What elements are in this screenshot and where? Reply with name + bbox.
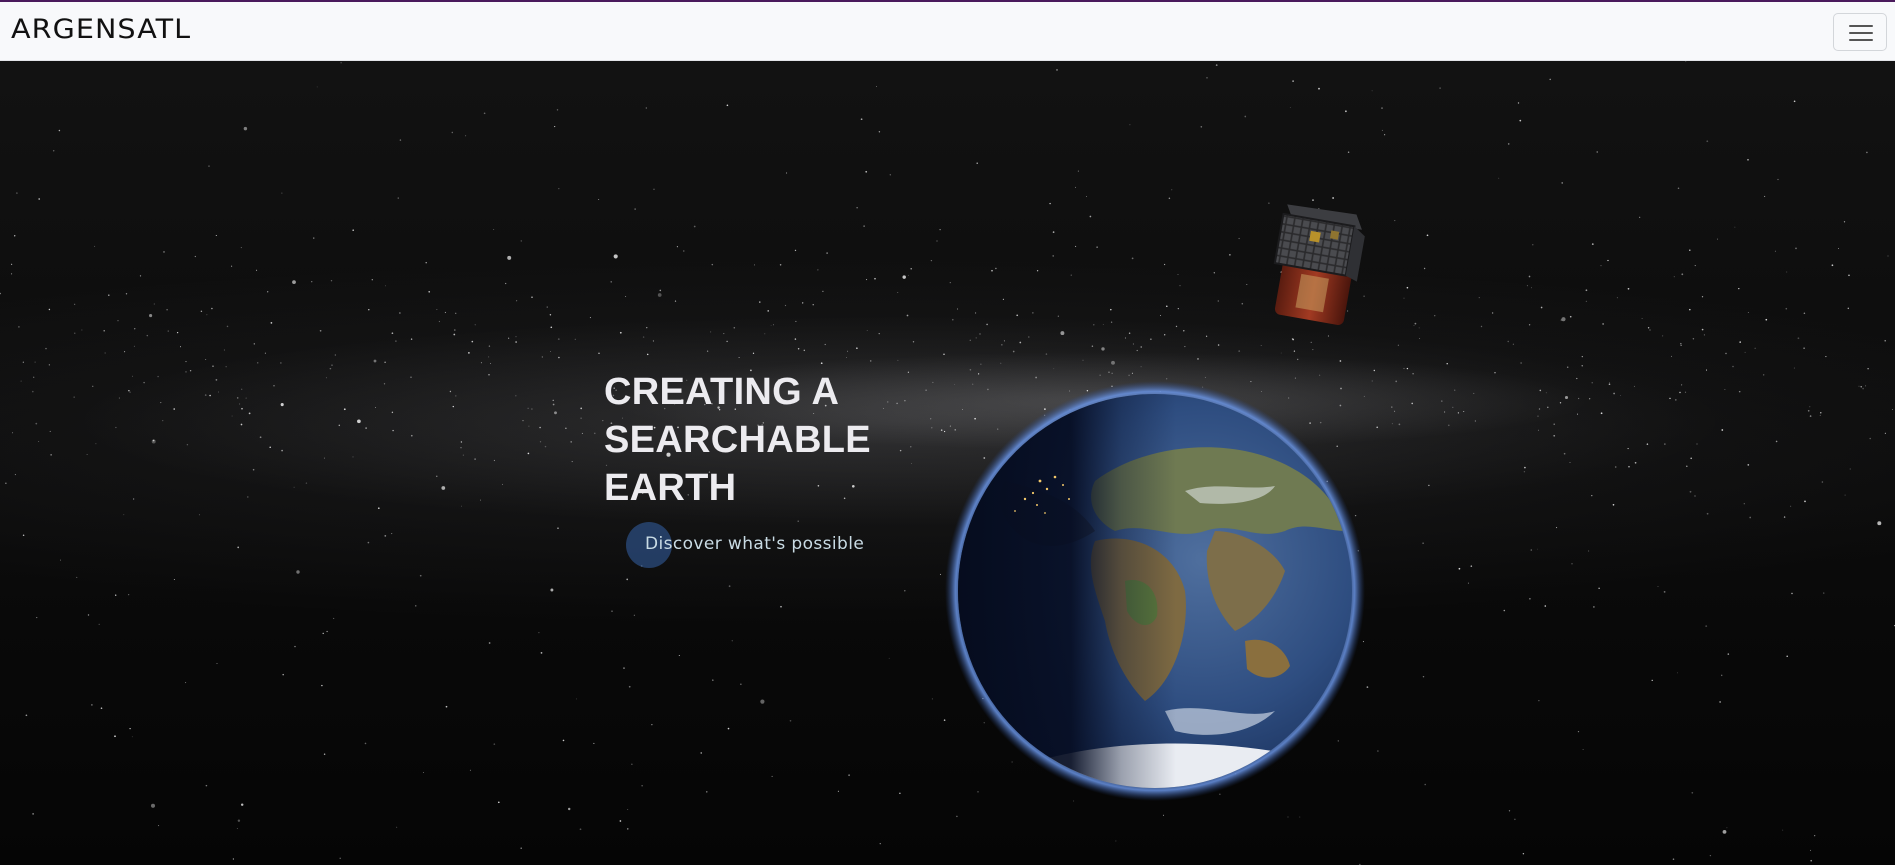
earth-globe-image xyxy=(945,381,1365,801)
headline-line-2: SEARCHABLE xyxy=(604,419,871,461)
satellite-image xyxy=(1273,204,1365,325)
hero-section: CREATING A SEARCHABLE EARTH Discover wha… xyxy=(0,61,1895,865)
hero-headline: CREATING A SEARCHABLE EARTH xyxy=(604,368,871,512)
headline-line-3: EARTH xyxy=(604,467,737,509)
headline-line-1: CREATING A xyxy=(604,371,840,413)
navbar: ARGENSATL xyxy=(0,2,1895,61)
brand-logo[interactable]: ARGENSATL xyxy=(11,16,191,43)
discover-cta-button[interactable]: Discover what's possible xyxy=(626,521,886,569)
cta-label: Discover what's possible xyxy=(645,534,865,554)
menu-toggle-button[interactable] xyxy=(1833,13,1887,51)
